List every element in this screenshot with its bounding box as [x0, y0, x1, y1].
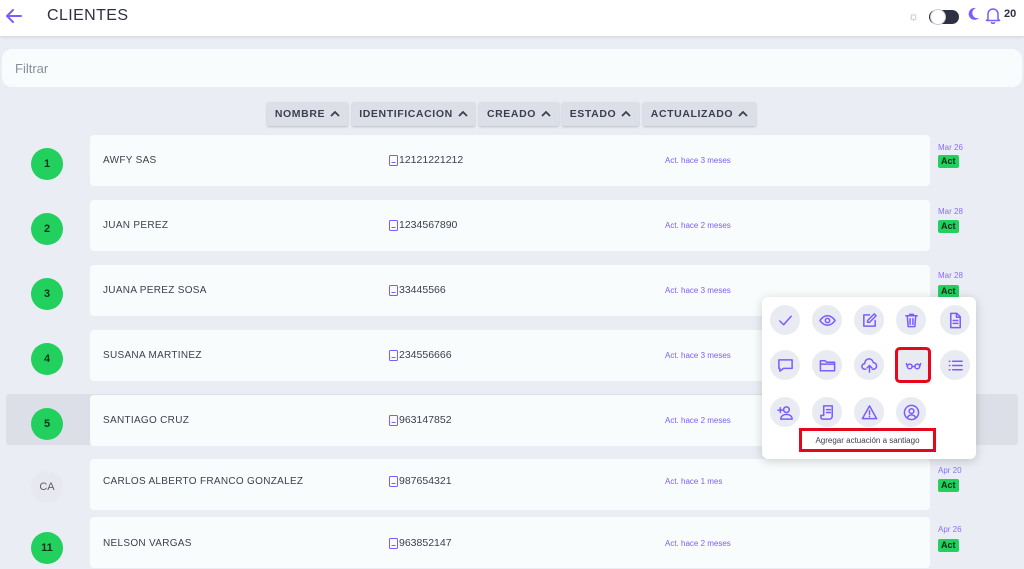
client-updated: Act. hace 2 meses	[665, 416, 731, 425]
client-identification: 234556666	[389, 349, 452, 361]
sort-estado-button[interactable]: ESTADO	[562, 102, 639, 126]
client-date: Mar 26	[938, 143, 963, 152]
identification-value: 963147852	[399, 414, 452, 426]
client-avatar: 11	[31, 532, 63, 564]
sort-label: NOMBRE	[274, 108, 326, 120]
id-card-icon	[389, 475, 398, 487]
status-badge: Act	[938, 155, 959, 168]
client-updated: Act. hace 3 meses	[665, 351, 731, 360]
client-updated: Act. hace 3 meses	[665, 156, 731, 165]
client-avatar: CA	[31, 471, 63, 503]
client-date: Mar 28	[938, 207, 963, 216]
client-name: SANTIAGO CRUZ	[103, 415, 190, 426]
client-avatar: 2	[31, 213, 63, 245]
chevron-up-icon	[541, 110, 551, 117]
sort-label: ACTUALIZADO	[650, 108, 734, 120]
client-identification: 963147852	[389, 414, 452, 426]
page-title: CLIENTES	[47, 7, 129, 24]
list-icon[interactable]	[940, 350, 970, 380]
toggle-knob	[930, 9, 946, 25]
client-name: CARLOS ALBERTO FRANCO GONZALEZ	[103, 476, 304, 487]
identification-value: 12121221212	[399, 154, 464, 166]
document-icon[interactable]	[940, 305, 970, 335]
client-updated: Act. hace 1 mes	[665, 477, 723, 486]
top-bar: CLIENTES ☼ 20	[0, 0, 1024, 36]
id-card-icon	[389, 414, 398, 426]
client-row[interactable]	[90, 200, 930, 251]
client-name: JUAN PEREZ	[103, 220, 169, 231]
sort-label: IDENTIFICACION	[359, 108, 453, 120]
client-avatar: 3	[31, 278, 63, 310]
id-card-icon	[389, 349, 398, 361]
client-date: Apr 26	[938, 525, 962, 534]
id-card-icon	[389, 284, 398, 296]
chevron-up-icon	[458, 110, 468, 117]
cloud-upload-icon[interactable]	[854, 350, 884, 380]
edit-icon[interactable]	[854, 305, 884, 335]
eye-icon[interactable]	[812, 305, 842, 335]
client-updated: Act. hace 2 meses	[665, 221, 731, 230]
client-avatar: 5	[31, 408, 63, 440]
sort-creado-button[interactable]: CREADO	[479, 102, 559, 126]
folder-icon[interactable]	[812, 350, 842, 380]
notification-count: 20	[1004, 8, 1017, 20]
action-tooltip: Agregar actuación a santiago	[799, 428, 936, 452]
status-badge: Act	[938, 539, 959, 552]
client-date: Mar 28	[938, 271, 963, 280]
filter-input[interactable]	[2, 49, 1022, 87]
check-icon[interactable]	[770, 305, 800, 335]
client-updated: Act. hace 2 meses	[665, 539, 731, 548]
client-avatar: 4	[31, 343, 63, 375]
moon-icon	[968, 7, 979, 20]
client-identification: 33445566	[389, 284, 446, 296]
identification-value: 234556666	[399, 349, 452, 361]
add-user-icon[interactable]	[770, 397, 800, 427]
status-badge: Act	[938, 479, 959, 492]
sort-nombre-button[interactable]: NOMBRE	[267, 102, 348, 126]
invoice-icon[interactable]	[812, 397, 842, 427]
status-badge: Act	[938, 220, 959, 233]
client-identification: 12121221212	[389, 154, 463, 166]
chevron-up-icon	[621, 110, 631, 117]
client-identification: 987654321	[389, 475, 452, 487]
client-name: SUSANA MARTINEZ	[103, 350, 202, 361]
client-identification: 963852147	[389, 537, 452, 549]
trash-icon[interactable]	[896, 305, 926, 335]
warning-icon[interactable]	[854, 397, 884, 427]
sort-identificacion-button[interactable]: IDENTIFICACION	[352, 102, 475, 126]
client-name: AWFY SAS	[103, 155, 157, 166]
back-arrow-icon[interactable]	[4, 6, 24, 26]
client-name: JUANA PEREZ SOSA	[103, 285, 207, 296]
sort-actualizado-button[interactable]: ACTUALIZADO	[643, 102, 756, 126]
identification-value: 1234567890	[399, 219, 458, 231]
chevron-up-icon	[330, 110, 340, 117]
sort-label: ESTADO	[569, 108, 617, 120]
sort-label: CREADO	[486, 108, 537, 120]
identification-value: 33445566	[399, 284, 446, 296]
user-circle-icon[interactable]	[896, 397, 926, 427]
sun-icon: ☼	[908, 9, 919, 23]
id-card-icon	[389, 154, 398, 166]
client-row[interactable]	[90, 517, 930, 568]
bell-icon[interactable]	[985, 6, 1001, 24]
client-updated: Act. hace 3 meses	[665, 286, 731, 295]
glasses-icon[interactable]	[898, 350, 928, 380]
id-card-icon	[389, 219, 398, 231]
comment-icon[interactable]	[770, 350, 800, 380]
id-card-icon	[389, 537, 398, 549]
client-name: NELSON VARGAS	[103, 538, 192, 549]
identification-value: 963852147	[399, 537, 452, 549]
client-identification: 1234567890	[389, 219, 457, 231]
client-avatar: 1	[31, 148, 63, 180]
theme-toggle[interactable]	[929, 9, 959, 25]
client-date: Apr 20	[938, 466, 962, 475]
client-row[interactable]	[90, 135, 930, 186]
filter-bar	[2, 49, 1022, 87]
identification-value: 987654321	[399, 475, 452, 487]
chevron-up-icon	[738, 110, 748, 117]
